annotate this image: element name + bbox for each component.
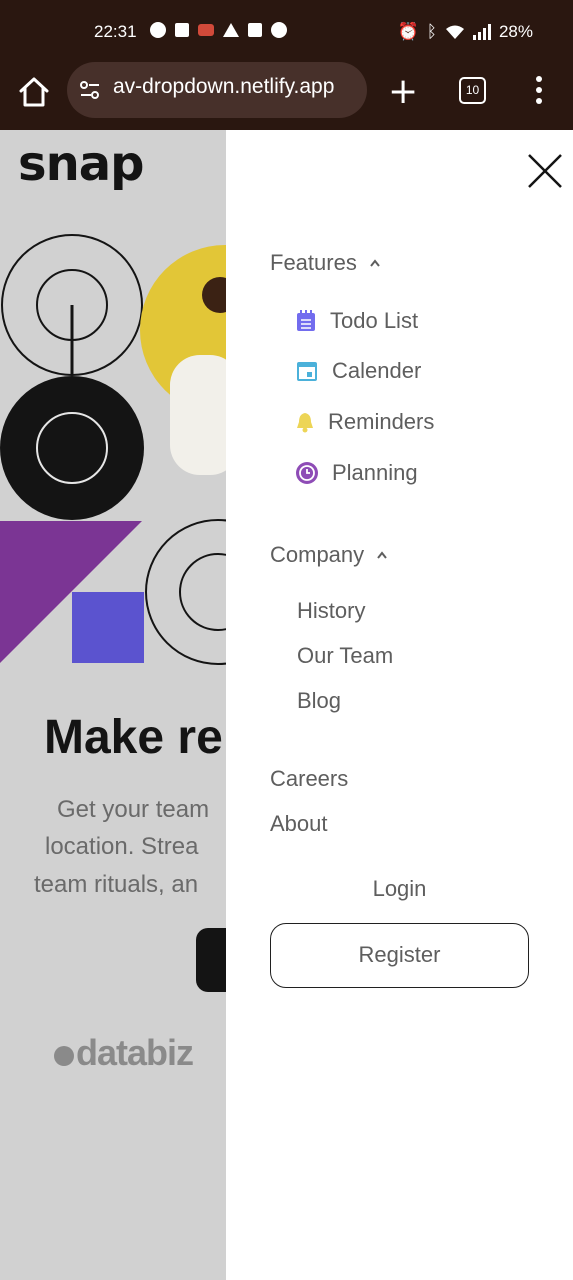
- nav-features-toggle[interactable]: Features: [270, 250, 381, 276]
- signal-icon: [472, 24, 491, 40]
- url-text[interactable]: av-dropdown.netlify.app: [113, 75, 334, 99]
- new-tab-button[interactable]: +: [388, 74, 418, 110]
- todo-list-icon: [297, 310, 315, 331]
- facebook-icon: [150, 22, 166, 38]
- hero-subtext-line-2: location. Strea: [45, 833, 199, 860]
- clock-icon: [296, 462, 318, 484]
- alarm-icon: ⏰: [397, 22, 419, 41]
- chevron-up-icon: [370, 259, 380, 267]
- nav-about[interactable]: About: [270, 811, 328, 837]
- browser-toolbar: av-dropdown.netlify.app + 10: [0, 62, 573, 130]
- nav-item-calender[interactable]: Calender: [296, 358, 421, 384]
- page-background: snap Make re Get your team location. Str…: [0, 130, 226, 1280]
- register-button[interactable]: Register: [270, 923, 529, 988]
- card-icon: [248, 23, 262, 37]
- warning-icon: [223, 23, 239, 37]
- nav-item-planning[interactable]: Planning: [296, 460, 418, 486]
- nav-drawer: Features Todo List Calender Reminders Pl…: [226, 130, 573, 1280]
- login-button[interactable]: Login: [270, 876, 529, 902]
- notification-icon: [175, 23, 189, 37]
- hero-headline: Make re: [44, 711, 223, 764]
- bell-icon: [297, 413, 313, 433]
- nav-item-blog[interactable]: Blog: [297, 688, 341, 714]
- app-notification-icon: [198, 24, 214, 36]
- nav-company-toggle[interactable]: Company: [270, 542, 388, 568]
- nav-item-label: Planning: [332, 460, 418, 485]
- nav-item-history[interactable]: History: [297, 598, 365, 624]
- notification-icons: [150, 22, 287, 38]
- address-bar[interactable]: av-dropdown.netlify.app: [67, 62, 367, 118]
- nav-item-label: Reminders: [328, 409, 435, 434]
- nav-company-label: Company: [270, 542, 365, 567]
- hero-subtext-line-3: team rituals, an: [34, 871, 199, 898]
- bluetooth-icon: ᛒ: [426, 22, 437, 41]
- nav-item-label: Calender: [332, 358, 422, 383]
- site-logo[interactable]: snap: [18, 136, 144, 192]
- hero-illustration: [0, 234, 226, 665]
- tab-switcher-button[interactable]: 10: [459, 77, 486, 104]
- battery-text: 28%: [498, 22, 533, 41]
- nav-careers[interactable]: Careers: [270, 766, 348, 792]
- system-icons: ⏰ ᛒ 28%: [398, 22, 533, 42]
- status-bar: 22:31 ⏰ ᛒ 28%: [0, 0, 573, 64]
- chevron-up-icon: [377, 551, 387, 559]
- calendar-icon: [297, 362, 317, 381]
- browser-menu-icon[interactable]: [535, 76, 543, 106]
- databiz-dot-icon: [54, 1046, 74, 1066]
- home-icon[interactable]: [16, 74, 52, 110]
- nav-item-label: Todo List: [330, 308, 419, 333]
- status-time: 22:31: [94, 22, 137, 41]
- close-icon[interactable]: [526, 152, 564, 190]
- partner-logo-text: databiz: [76, 1032, 194, 1073]
- nav-item-our-team[interactable]: Our Team: [297, 643, 393, 669]
- nav-item-todo-list[interactable]: Todo List: [296, 308, 418, 334]
- partner-logo-databiz: databiz: [54, 1032, 194, 1074]
- nav-features-label: Features: [270, 250, 357, 275]
- nav-item-reminders[interactable]: Reminders: [296, 409, 434, 435]
- site-settings-icon[interactable]: [79, 79, 101, 101]
- wifi-icon: [445, 25, 464, 39]
- app-icon: [271, 22, 287, 38]
- hero-subtext-line-1: Get your team: [57, 796, 210, 823]
- hero-cta-button[interactable]: [196, 928, 226, 992]
